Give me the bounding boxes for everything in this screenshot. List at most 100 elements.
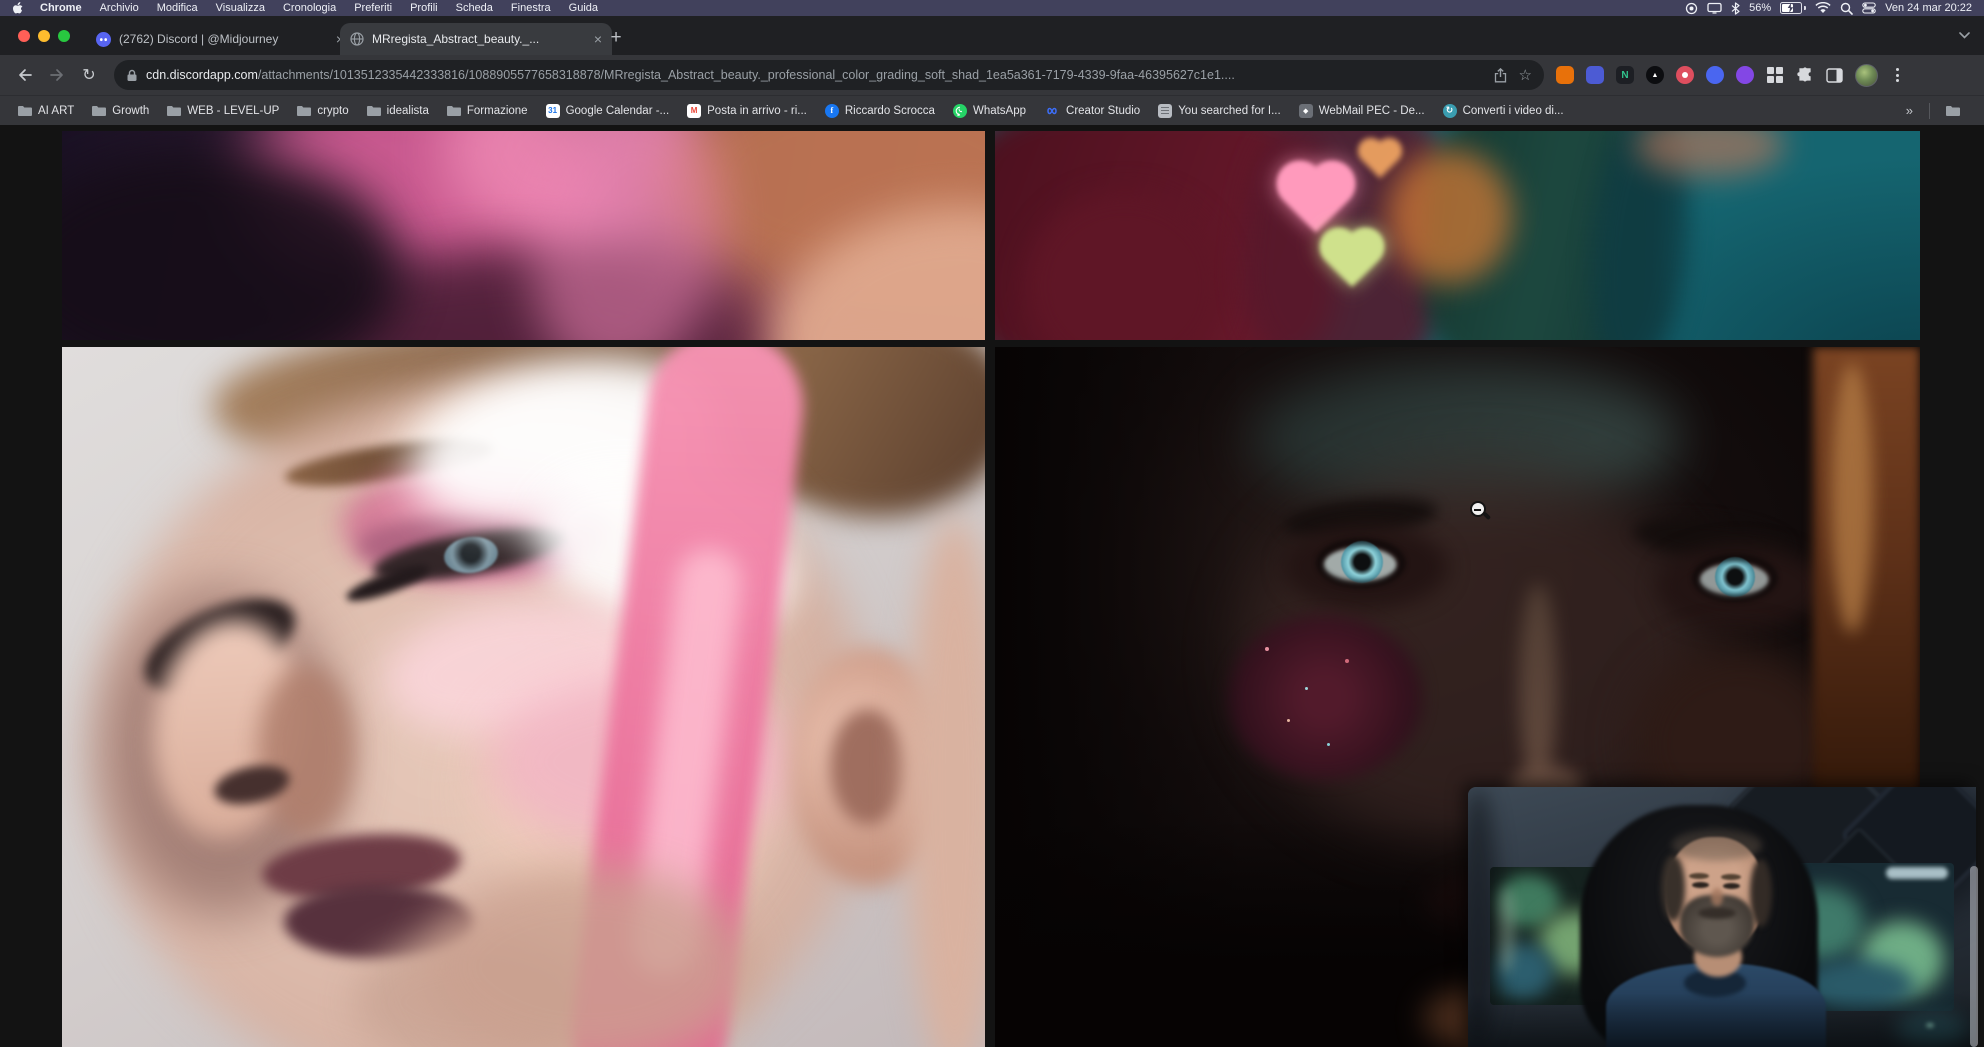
bookmark-you-searched[interactable]: You searched for I... (1150, 101, 1289, 121)
tab-discord[interactable]: (2762) Discord | @Midjourney × (88, 25, 352, 53)
extension-grid-icon[interactable] (1766, 66, 1784, 84)
forward-button[interactable] (44, 62, 70, 88)
sparkle (1265, 647, 1269, 651)
icon-strip (1496, 887, 1516, 973)
bookmark-folder-ai-art[interactable]: AI ART (10, 102, 82, 120)
scrollbar-thumb[interactable] (1970, 866, 1978, 1047)
apple-logo-icon (12, 2, 23, 15)
bookmarks-bar: AI ART Growth WEB - LEVEL-UP crypto idea… (0, 95, 1984, 125)
sparkle (1345, 659, 1349, 663)
chrome-tabstrip: (2762) Discord | @Midjourney × MRregista… (0, 16, 1984, 55)
extension-purple-icon[interactable] (1736, 66, 1754, 84)
menubar-item-cronologia[interactable]: Cronologia (274, 2, 345, 14)
menubar-item-profili[interactable]: Profili (401, 2, 447, 14)
bookmark-label: Riccardo Scrocca (845, 105, 935, 117)
display-icon[interactable] (1707, 2, 1722, 14)
battery-icon[interactable] (1780, 2, 1806, 14)
chrome-toolbar: ↻ cdn.discordapp.com /attachments/101351… (0, 55, 1984, 95)
sparkle (1327, 743, 1330, 746)
chrome-menu-icon[interactable] (1890, 68, 1904, 82)
bookmark-facebook-profile[interactable]: f Riccardo Scrocca (817, 101, 943, 121)
tab-active-image[interactable]: MRregista_Abstract_beauty._... × (340, 23, 612, 55)
minimize-window-button[interactable] (38, 30, 50, 42)
extension-notion-icon[interactable]: N (1616, 66, 1634, 84)
bookmark-whatsapp[interactable]: WhatsApp (945, 101, 1034, 121)
forward-arrow-icon (49, 67, 65, 83)
tab-title: MRregista_Abstract_beauty._... (372, 32, 586, 46)
eyeliner-right (1693, 555, 1777, 601)
extension-blue-icon[interactable] (1706, 66, 1724, 84)
extension-indigo-icon[interactable] (1586, 66, 1604, 84)
glitter-patch (1227, 615, 1422, 780)
discord-favicon (96, 32, 111, 47)
bookmark-folder-formazione[interactable]: Formazione (439, 102, 536, 120)
profile-avatar[interactable] (1855, 64, 1878, 87)
bookmark-folder-crypto[interactable]: crypto (289, 102, 356, 120)
bookmark-folder-idealista[interactable]: idealista (359, 102, 437, 120)
reload-button[interactable]: ↻ (76, 62, 102, 88)
menubar-item-visualizza[interactable]: Visualizza (207, 2, 274, 14)
bottom-vignette (1468, 993, 1976, 1047)
extension-orange-icon[interactable] (1556, 66, 1574, 84)
bookmarks-divider (1929, 103, 1930, 119)
spotlight-search-icon[interactable] (1840, 2, 1853, 15)
window-controls (18, 30, 70, 42)
new-tab-button[interactable]: + (604, 26, 628, 50)
bookmark-label: Google Calendar -... (566, 105, 670, 117)
extensions-puzzle-icon[interactable] (1796, 66, 1814, 84)
back-button[interactable] (12, 62, 38, 88)
bookmark-webmail-pec[interactable]: ◆ WebMail PEC - De... (1291, 101, 1433, 121)
tab-close-icon[interactable]: × (594, 32, 602, 46)
sidebar-icon[interactable] (1826, 68, 1843, 83)
menubar-item-guida[interactable]: Guida (560, 2, 607, 14)
eyebrow (1689, 873, 1709, 879)
chevron-down-icon[interactable] (1959, 32, 1970, 39)
folder-icon (18, 105, 32, 116)
sparkle (1305, 687, 1308, 690)
address-bar[interactable]: cdn.discordapp.com /attachments/10135123… (114, 60, 1544, 90)
thinning-hair-top (1672, 829, 1762, 861)
folder-icon (447, 105, 461, 116)
share-icon[interactable] (1494, 68, 1507, 83)
extension-midjourney-icon[interactable]: ▲ (1646, 66, 1664, 84)
screen-record-icon[interactable] (1685, 2, 1698, 15)
apple-menu[interactable] (0, 2, 31, 15)
menubar-item-archivio[interactable]: Archivio (91, 2, 148, 14)
minus-icon (1474, 509, 1481, 511)
back-arrow-icon (17, 67, 33, 83)
bookmark-google-calendar[interactable]: 31 Google Calendar -... (538, 101, 678, 121)
bright-strip (1886, 867, 1948, 879)
bookmark-creator-studio[interactable]: Creator Studio (1036, 102, 1148, 120)
bluetooth-icon[interactable] (1731, 2, 1740, 15)
extension-red-icon[interactable] (1676, 66, 1694, 84)
bookmark-label: idealista (387, 105, 429, 117)
bookmark-star-icon[interactable]: ☆ (1519, 68, 1532, 83)
menubar-clock[interactable]: Ven 24 mar 20:22 (1885, 2, 1972, 14)
bookmark-converti-video[interactable]: ↻ Converti i video di... (1435, 101, 1572, 121)
folder-icon (167, 105, 181, 116)
zoom-window-button[interactable] (58, 30, 70, 42)
menubar-item-chrome[interactable]: Chrome (31, 2, 91, 14)
bookmark-gmail-inbox[interactable]: M Posta in arrivo - ri... (679, 101, 815, 121)
bookmark-label: Growth (112, 105, 149, 117)
page-viewport (0, 125, 1984, 1047)
folder-icon (1946, 105, 1960, 116)
whatsapp-icon (953, 104, 967, 118)
bookmark-folder-growth[interactable]: Growth (84, 102, 157, 120)
menubar-item-modifica[interactable]: Modifica (148, 2, 207, 14)
gmail-icon: M (687, 104, 701, 118)
hair-highlight (1831, 363, 1873, 633)
bookmark-folder-web-level-up[interactable]: WEB - LEVEL-UP (159, 102, 287, 120)
menubar-item-preferiti[interactable]: Preferiti (345, 2, 401, 14)
facebook-icon: f (825, 104, 839, 118)
bookmark-label: You searched for I... (1178, 105, 1281, 117)
control-center-icon[interactable] (1862, 2, 1876, 14)
bookmark-label: WhatsApp (973, 105, 1026, 117)
wifi-icon[interactable] (1815, 2, 1831, 14)
menubar-item-scheda[interactable]: Scheda (447, 2, 502, 14)
zoom-out-cursor (1470, 501, 1492, 523)
other-bookmarks-folder[interactable] (1938, 102, 1974, 119)
close-window-button[interactable] (18, 30, 30, 42)
menubar-item-finestra[interactable]: Finestra (502, 2, 560, 14)
bookmarks-overflow-chevron[interactable]: » (1898, 103, 1921, 118)
